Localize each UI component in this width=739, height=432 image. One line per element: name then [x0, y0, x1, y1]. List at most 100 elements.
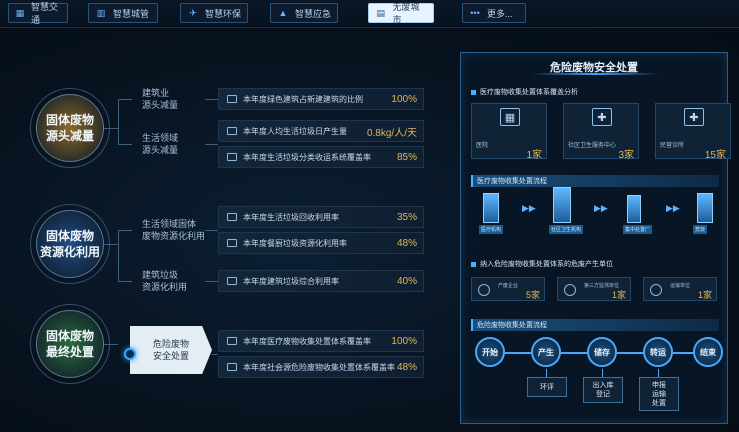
indicator-text: 本年度人均生活垃圾日产生量: [243, 126, 347, 136]
coverage-card-label: 医院: [476, 143, 489, 149]
arrow-right-icon: ▶▶: [594, 203, 608, 213]
tab-2[interactable]: ▥ 智慧城管: [88, 3, 158, 23]
coverage-card-label: 民营诊所: [660, 143, 685, 149]
section-hazard-flow-label: 危险废物收集处置流程: [477, 322, 547, 329]
indicator-icon: [227, 95, 237, 103]
connector-line: [118, 144, 132, 145]
tab-label: 智慧环保: [205, 8, 242, 19]
coverage-card: ✚ 民营诊所 15家: [655, 103, 731, 161]
coverage-card-label: 社区卫生服务中心: [568, 143, 617, 149]
square-icon: [471, 261, 476, 267]
tab-3[interactable]: ✈ 智慧环保: [180, 3, 248, 23]
square-icon: [471, 89, 476, 95]
flow-connector: [561, 352, 587, 354]
indicator-icon: [227, 153, 237, 161]
connector-line: [205, 281, 218, 282]
subcategory-line: 建筑垃圾: [142, 270, 179, 280]
indicator-row: 本年度建筑垃圾综合利用率 40%: [218, 270, 424, 292]
coverage-card: ✚ 社区卫生服务中心 3家: [563, 103, 639, 161]
title-underline: [531, 73, 659, 75]
connector-line: [212, 354, 218, 355]
indicator-icon: [227, 239, 237, 247]
tab-1[interactable]: ▦ 智慧交通: [8, 2, 68, 25]
building-icon: [697, 193, 713, 223]
category-node: 固体废物 资源化利用: [36, 210, 104, 278]
flow-detail-line: 运输: [652, 390, 666, 398]
flow-detail-box: 环评: [527, 377, 567, 397]
dashboard-page: ▦ 智慧交通 ▥ 智慧城管 ✈ 智慧环保 ▲ 智慧应急 ▤ 无废城市 ••• 更多... 固体废物 源头…: [0, 0, 739, 432]
tab-6[interactable]: ••• 更多...: [462, 3, 526, 23]
indicator-text: 本年度绿色建筑占新建建筑的比例: [243, 94, 363, 104]
tab-4[interactable]: ▲ 智慧应急: [270, 3, 338, 23]
subcategory-line: 资源化利用: [142, 282, 188, 292]
flow-detail-line: 出入库: [592, 382, 614, 389]
flow-detail-line: 环评: [540, 383, 554, 391]
indicator-value: 85%: [396, 151, 417, 163]
section-medical-flow-label: 医疗废物收集处置流程: [477, 178, 547, 185]
unit-icon: [564, 284, 576, 296]
flow-branch: [546, 369, 547, 377]
subcategory-label: 建筑垃圾 资源化利用: [142, 269, 214, 293]
tab-label: 智慧城管: [113, 8, 150, 19]
flow-step: 结束: [693, 337, 723, 367]
indicator-icon: [227, 127, 237, 135]
subcategory-line: 生活领域固体: [142, 219, 197, 229]
grid-icon: ▦: [15, 7, 25, 18]
category-node-line: 最终处置: [45, 345, 94, 359]
indicator-value: 48%: [396, 237, 417, 249]
unit-card-count: 1家: [697, 290, 712, 300]
category-node-line: 固体废物: [45, 113, 94, 127]
flow-detail-box: 出入库 登记: [583, 377, 623, 403]
indicator-text: 本年度社会源危险废物收集处置体系覆盖率: [243, 362, 395, 372]
indicator-icon: [227, 277, 237, 285]
subcategory-label: 生活领域 源头减量: [142, 132, 214, 156]
unit-card-count: 1家: [611, 290, 626, 300]
indicator-value: 0.8kg/人/天: [366, 127, 417, 139]
unit-card-count: 5家: [525, 290, 540, 300]
tab-label: 更多...: [487, 8, 513, 19]
tab-5[interactable]: ▤ 无废城市: [368, 2, 434, 25]
flow-branch: [602, 369, 603, 377]
indicator-text: 本年度生活垃圾回收利用率: [243, 212, 339, 222]
indicator-row: 本年度生活垃圾回收利用率 35%: [218, 206, 424, 228]
warning-icon: ▲: [278, 8, 288, 18]
connector-line: [118, 99, 132, 100]
flow-branch: [658, 369, 659, 377]
tab-label: 智慧交通: [31, 2, 59, 25]
connector-line: [205, 144, 218, 145]
connector-line: [118, 99, 119, 144]
unit-icon: [478, 284, 490, 296]
indicator-icon: [227, 363, 237, 371]
subcategory-label: 建筑业 源头减量: [142, 87, 214, 111]
indicator-text: 本年度生活垃圾分类收运系统覆盖率: [243, 152, 371, 162]
flow-step: 产生: [531, 337, 561, 367]
section-hazard-flow-bar: 危险废物收集处置流程: [471, 319, 719, 331]
indicator-value: 100%: [391, 93, 417, 105]
flow-step: 转运: [643, 337, 673, 367]
flow-detail-line: 登记: [596, 391, 610, 398]
indicator-text: 本年度建筑垃圾综合利用率: [243, 276, 339, 286]
indicator-row: 本年度社会源危险废物收集处置体系覆盖率 48%: [218, 356, 424, 378]
connector-line: [118, 281, 132, 282]
category-node-line: 资源化利用: [39, 245, 100, 259]
flow-step: 开始: [475, 337, 505, 367]
building-label: 集中处置厂: [623, 225, 653, 234]
coverage-card-count: 1家: [526, 150, 542, 161]
coverage-card-count: 3家: [618, 150, 634, 161]
subcategory-line: 建筑业: [142, 88, 170, 98]
indicator-row: 本年度医疗废物收集处置体系覆盖率 100%: [218, 330, 424, 352]
hazardous-waste-tag[interactable]: 危险废物 安全处置: [130, 326, 212, 374]
building-icon: [627, 195, 641, 223]
building-label: 医疗机构: [479, 225, 504, 234]
section-units-label: 纳入危险废物收集处置体系的危废产生单位: [480, 261, 613, 268]
indicator-row: 本年度生活垃圾分类收运系统覆盖率 85%: [218, 146, 424, 168]
indicator-value: 100%: [391, 335, 417, 347]
hazardous-waste-panel: 危险废物安全处置 医疗废物收集处置体系覆盖分析 ▦ 医院 1家 ✚ 社区卫生服务中心 3家…: [460, 52, 731, 424]
section-units-heading: 纳入危险废物收集处置体系的危废产生单位: [471, 259, 613, 269]
building-label: 社区卫生机构: [549, 225, 584, 234]
document-icon: ▤: [376, 7, 385, 18]
flow-connector: [673, 352, 693, 354]
subcategory-line: 生活领域: [142, 133, 179, 143]
bird-icon: ✈: [189, 7, 197, 18]
tag-line: 安全处置: [152, 351, 189, 361]
